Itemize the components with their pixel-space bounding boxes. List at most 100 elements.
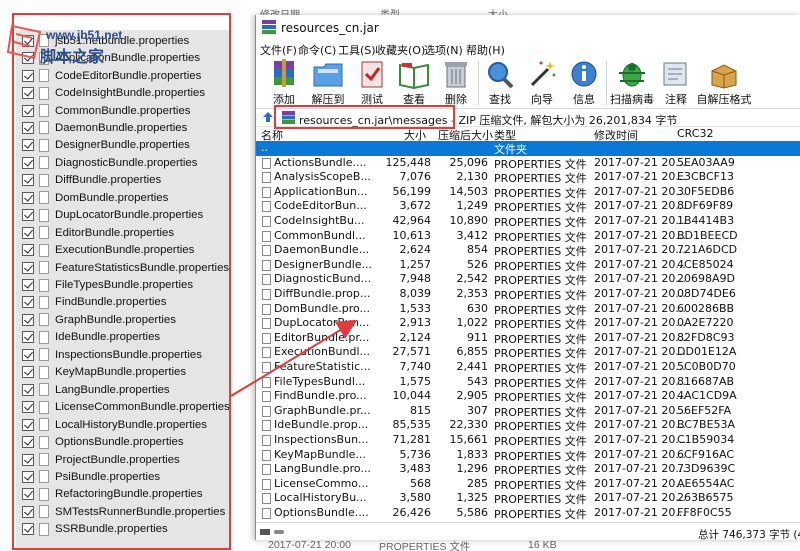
test-button[interactable]: 测试 — [352, 57, 392, 109]
delete-button[interactable]: 删除 — [436, 57, 476, 109]
archive-file-row[interactable]: LangBundle.pro... 3,483 1,296 PROPERTIES 文件… — [256, 462, 800, 477]
file-size: 10,613 — [392, 228, 432, 242]
file-type: PROPERTIES 文件 — [494, 362, 587, 375]
archive-file-row[interactable]: IdeBundle.prop... 85,535 22,330 PROPERTIES … — [256, 418, 800, 433]
archive-file-row[interactable]: DaemonBundle... 2,624 854 PROPERTIES 文件 2017… — [256, 243, 800, 258]
archive-file-row[interactable]: AnalysisScopeB... 7,076 2,130 PROPERTIES 文件… — [256, 170, 800, 185]
menu-options[interactable]: 选项(N) — [424, 42, 463, 58]
file-size: 10,044 — [392, 389, 432, 403]
archive-file-row[interactable]: DesignerBundle... 1,257 526 PROPERTIES 文件 20… — [256, 258, 800, 273]
archive-file-row[interactable]: ActionsBundle.... 125,448 25,096 PROPERTIES… — [256, 156, 800, 171]
annotation-box-address — [274, 105, 455, 129]
view-button[interactable]: 查看 — [394, 57, 434, 109]
file-name: FindBundle.pro... — [274, 389, 367, 403]
file-size: 42,964 — [392, 214, 432, 227]
file-size: 85,535 — [392, 418, 432, 432]
file-size: 568 — [410, 476, 431, 490]
menu-command[interactable]: 命令(C) — [298, 42, 336, 58]
scan-virus-button[interactable]: 扫描病毒 — [608, 57, 656, 109]
menu-help[interactable]: 帮助(H) — [466, 42, 505, 58]
parent-folder-row[interactable]: .. 文件夹 — [256, 141, 800, 156]
comment-button[interactable]: 注释 — [658, 57, 694, 109]
menu-favorites[interactable]: 收藏夹(O) — [375, 42, 425, 58]
file-modified: 2017-07-21 20... — [594, 403, 686, 417]
archive-file-row[interactable]: EditorBundle.pr... 2,124 911 PROPERTIES 文件 2… — [256, 331, 800, 346]
file-crc: 263B6575 — [677, 491, 734, 505]
wizard-button[interactable]: 向导 — [522, 57, 562, 109]
address-bar[interactable]: resources_cn.jar\messages - ZIP 压缩文件, 解包… — [256, 105, 800, 129]
file-type: PROPERTIES 文件 — [494, 172, 587, 186]
screenshot: 修改日期 类型 大小 jsb51.netbundle.propertiesApp… — [0, 0, 800, 551]
file-type: PROPERTIES 文件 — [494, 186, 587, 200]
col-crc[interactable]: CRC32 — [677, 127, 713, 140]
archive-file-row[interactable]: OptionsBundle.... 26,426 5,586 PROPERTIES 文… — [256, 506, 800, 521]
parent-type: 文件夹 — [494, 143, 527, 156]
file-crc: 6CF916AC — [677, 447, 735, 461]
archive-file-row[interactable]: ExecutionBundl... 27,571 6,855 PROPERTIES 文… — [256, 345, 800, 360]
properties-file-icon — [262, 420, 271, 432]
magnifier-icon — [488, 62, 514, 89]
add-button[interactable]: 添加 — [264, 57, 304, 109]
archive-file-row[interactable]: DomBundle.pro... 1,533 630 PROPERTIES 文件 201… — [256, 302, 800, 317]
menu-tools[interactable]: 工具(S) — [338, 42, 376, 58]
status-drive-icon — [260, 529, 284, 535]
properties-file-icon — [262, 201, 271, 213]
menu-file[interactable]: 文件(F) — [260, 42, 297, 58]
file-modified: 2017-07-21 20... — [594, 374, 686, 388]
bottom-date: 2017-07-21 20:00 — [268, 539, 351, 551]
menu-bar: 文件(F) 命令(C) 工具(S) 收藏夹(O) 选项(N) 帮助(H) — [256, 39, 800, 57]
up-folder-icon[interactable] — [261, 110, 275, 124]
file-modified: 2017-07-21 20... — [594, 418, 686, 432]
archive-file-row[interactable]: LicenseCommo... 568 285 PROPERTIES 文件 2017-0… — [256, 477, 800, 492]
archive-file-row[interactable]: FileTypesBundl... 1,575 543 PROPERTIES 文件 20… — [256, 375, 800, 390]
extract-to-button[interactable]: 解压到 — [306, 57, 350, 109]
file-size: 1,575 — [399, 374, 432, 388]
status-bar: 总计 746,373 字节 (40 — [256, 522, 800, 541]
file-name: FeatureStatistic... — [274, 360, 371, 373]
sfx-button[interactable]: 自解压格式 — [696, 57, 752, 109]
title-bar[interactable]: resources_cn.jar — [256, 15, 800, 39]
file-modified: 2017-07-21 20... — [594, 389, 686, 403]
file-size: 71,281 — [392, 433, 432, 446]
watermark-logo-icon — [6, 24, 42, 60]
file-packed: 15,661 — [449, 433, 489, 446]
archive-file-row[interactable]: FindBundle.pro... 10,044 2,905 PROPERTIES 文… — [256, 389, 800, 404]
archive-file-row[interactable]: GraphBundle.pr... 815 307 PROPERTIES 文件 2017… — [256, 404, 800, 419]
file-crc: 82FD8C93 — [677, 330, 735, 344]
file-name: AnalysisScopeB... — [274, 170, 371, 184]
archive-file-row[interactable]: CodeEditorBun... 3,672 1,249 PROPERTIES 文件 2… — [256, 199, 800, 214]
file-type: PROPERTIES 文件 — [494, 332, 587, 346]
file-type: PROPERTIES 文件 — [494, 405, 587, 419]
properties-file-icon — [262, 478, 271, 490]
archive-file-row[interactable]: FeatureStatistic... 7,740 2,441 PROPERTIES … — [256, 360, 800, 375]
file-packed: 1,833 — [456, 447, 489, 461]
find-button[interactable]: 查找 — [480, 57, 520, 109]
archive-file-row[interactable]: DiffBundle.prop... 8,039 2,353 PROPERTIES 文… — [256, 287, 800, 302]
info-button[interactable]: 信息 — [564, 57, 604, 109]
properties-file-icon — [262, 493, 271, 505]
archive-file-row[interactable]: KeyMapBundle... 5,736 1,833 PROPERTIES 文件 20… — [256, 448, 800, 463]
properties-file-icon — [262, 289, 271, 300]
file-packed: 2,441 — [456, 360, 489, 373]
file-packed: 2,130 — [456, 170, 489, 184]
properties-file-icon — [262, 186, 271, 198]
file-packed: 2,353 — [456, 287, 489, 300]
toolbar-separator — [606, 61, 607, 105]
properties-file-icon — [262, 435, 271, 446]
sfx-box-icon — [711, 64, 737, 89]
file-size: 7,076 — [399, 170, 432, 184]
archive-file-row[interactable]: ApplicationBun... 56,199 14,503 PROPERTIES … — [256, 185, 800, 200]
properties-file-icon — [262, 376, 271, 388]
archive-file-row[interactable]: LocalHistoryBu... 3,580 1,325 PROPERTIES 文件… — [256, 491, 800, 506]
file-name: ExecutionBundl... — [274, 345, 370, 359]
archive-file-row[interactable]: InspectionsBun... 71,281 15,661 PROPERTIES … — [256, 433, 800, 448]
bottom-type: PROPERTIES 文件 — [379, 541, 471, 551]
properties-file-icon — [262, 391, 271, 403]
file-size: 125,448 — [385, 155, 432, 169]
archive-file-row[interactable]: CodeInsightBu... 42,964 10,890 PROPERTIES 文… — [256, 214, 800, 229]
archive-file-row[interactable]: CommonBundl... 10,613 3,412 PROPERTIES 文件 20… — [256, 229, 800, 244]
file-crc: 721A6DCD — [677, 243, 738, 257]
archive-file-row[interactable]: DupLocatorBun... 2,913 1,022 PROPERTIES 文件 2… — [256, 316, 800, 331]
archive-file-row[interactable]: DiagnosticBund... 7,948 2,542 PROPERTIES 文件… — [256, 272, 800, 287]
file-name: CodeEditorBun... — [274, 199, 367, 213]
